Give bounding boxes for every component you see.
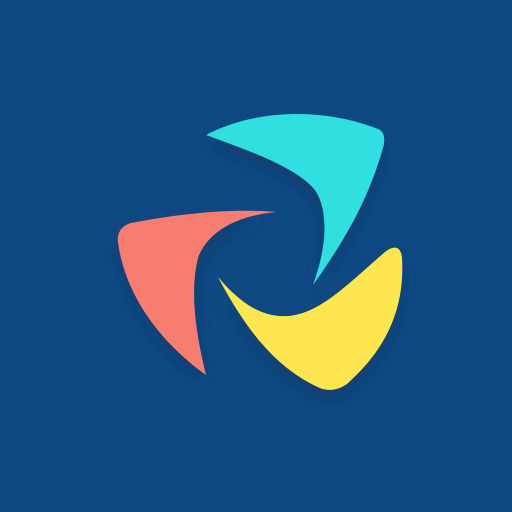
- app-icon-canvas: [0, 0, 512, 512]
- cyan-blade: [206, 113, 385, 286]
- coral-blade: [117, 210, 277, 375]
- yellow-blade: [218, 247, 403, 390]
- swirl-logo-icon: [117, 113, 403, 390]
